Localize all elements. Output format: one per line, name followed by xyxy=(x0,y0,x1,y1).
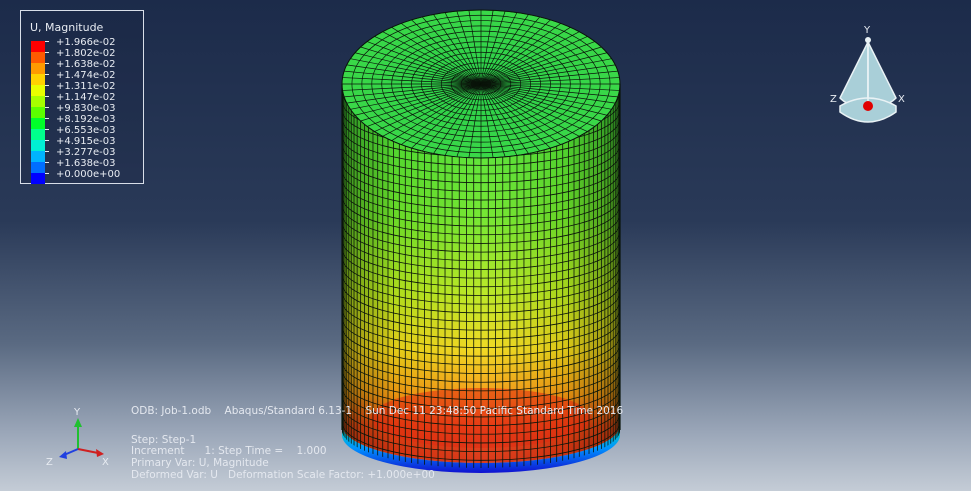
legend-color-swatch xyxy=(31,63,45,74)
legend-color-swatch xyxy=(31,74,45,85)
legend-value: +6.553e-03 xyxy=(56,125,116,136)
cylinder-model[interactable] xyxy=(0,0,971,491)
triad-x-label: X xyxy=(102,457,109,468)
legend-title: U, Magnitude xyxy=(30,21,104,34)
legend-tick xyxy=(45,74,49,75)
triad-view-x-label: X xyxy=(898,94,905,105)
legend-tick xyxy=(45,41,49,42)
legend-tick xyxy=(45,129,49,130)
legend-tick xyxy=(45,52,49,53)
legend-value: +9.830e-03 xyxy=(56,103,116,114)
legend-value: +1.638e-02 xyxy=(56,59,116,70)
view-orientation-triad[interactable]: Y Z X xyxy=(828,20,908,130)
legend-value: +4.915e-03 xyxy=(56,136,116,147)
triad-lobe-left xyxy=(839,41,869,106)
legend-color-swatch xyxy=(31,96,45,107)
primary-var-line: Primary Var: U, Magnitude xyxy=(131,457,269,469)
legend-value: +0.000e+00 xyxy=(56,169,121,180)
odb-info-line: ODB: Job-1.odb Abaqus/Standard 6.13-1 Su… xyxy=(131,405,624,417)
legend-value: +1.638e-03 xyxy=(56,158,116,169)
triad-view-y-label: Y xyxy=(863,25,871,36)
legend-color-swatch xyxy=(31,129,45,140)
legend-tick xyxy=(45,107,49,108)
legend-entry: +0.000e+00 xyxy=(31,169,141,184)
legend-color-swatch xyxy=(31,41,45,52)
triad-z-label: Z xyxy=(46,457,53,468)
legend-tick xyxy=(45,118,49,119)
legend-value: +1.966e-02 xyxy=(56,37,116,48)
contour-legend: U, Magnitude +1.966e-02 +1.802e-02 +1.638e… xyxy=(20,10,144,184)
legend-value: +8.192e-03 xyxy=(56,114,116,125)
legend-rows: +1.966e-02 +1.802e-02 +1.638e-02 +1.474e-02… xyxy=(31,37,141,184)
legend-tick xyxy=(45,173,49,174)
legend-value: +1.802e-02 xyxy=(56,48,116,59)
legend-color-swatch xyxy=(31,118,45,129)
legend-tick xyxy=(45,151,49,152)
deformed-var-line: Deformed Var: U Deformation Scale Factor… xyxy=(131,469,435,481)
legend-tick xyxy=(45,85,49,86)
legend-tick xyxy=(45,63,49,64)
coordinate-triad: Y Z X xyxy=(46,407,109,468)
legend-value: +1.147e-02 xyxy=(56,92,116,103)
triad-view-z-label: Z xyxy=(830,94,837,105)
legend-tick xyxy=(45,140,49,141)
triad-lobe-right xyxy=(867,41,897,106)
triad-y-label: Y xyxy=(73,407,81,418)
increment-info-line: Increment 1: Step Time = 1.000 xyxy=(131,445,327,457)
legend-tick xyxy=(45,96,49,97)
legend-color-swatch xyxy=(31,107,45,118)
legend-color-swatch xyxy=(31,151,45,162)
legend-tick xyxy=(45,162,49,163)
triad-origin-dot xyxy=(863,101,873,111)
legend-value: +1.311e-02 xyxy=(56,81,116,92)
legend-color-swatch xyxy=(31,52,45,63)
legend-color-swatch xyxy=(31,173,45,184)
legend-color-swatch xyxy=(31,162,45,173)
model-viewport[interactable]: U, Magnitude +1.966e-02 +1.802e-02 +1.638e… xyxy=(0,0,971,491)
legend-color-swatch xyxy=(31,85,45,96)
legend-color-swatch xyxy=(31,140,45,151)
legend-value: +3.277e-03 xyxy=(56,147,116,158)
legend-value: +1.474e-02 xyxy=(56,70,116,81)
